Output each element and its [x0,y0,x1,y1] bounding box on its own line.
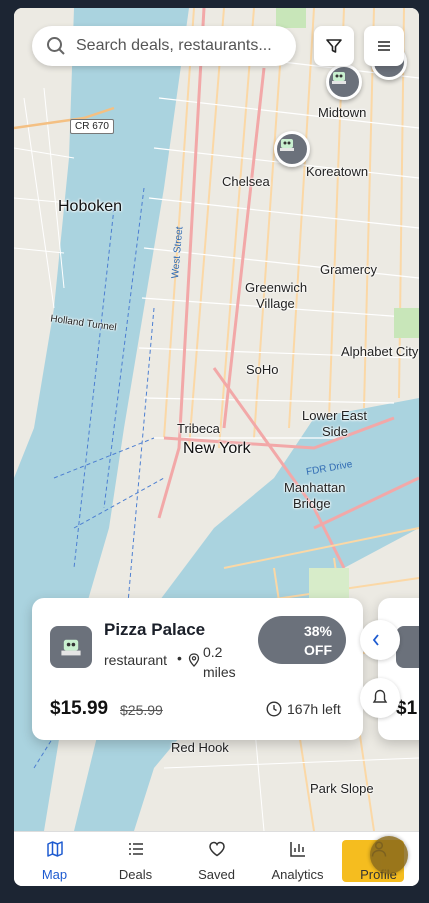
search-input[interactable] [76,37,286,55]
map-label: Bridge [293,496,331,511]
app-screen: Hoboken Chelsea Midtown Koreatown Gramer… [14,8,419,886]
tab-map[interactable]: Map [14,832,95,886]
map-label: Park Slope [310,781,374,796]
discount-percent: 38% [303,623,332,639]
map-label: Gramercy [320,262,378,277]
tab-deals[interactable]: Deals [95,832,176,886]
restaurant-map-pin[interactable] [274,131,310,167]
tab-analytics[interactable]: Analytics [257,832,338,886]
tab-saved[interactable]: Saved [176,832,257,886]
discount-off: OFF [304,642,332,658]
search-icon [47,37,65,55]
restaurant-name: Pizza Palace [104,620,206,639]
map-label: Greenwich [245,280,308,295]
robot-icon [280,139,294,151]
chevron-left-icon [372,634,379,646]
separator-dot: • [177,650,182,666]
map-label: Red Hook [171,740,229,755]
map-label: Midtown [318,105,367,120]
map-icon [46,841,63,857]
route-shield: CR 670 [70,119,114,134]
heart-icon [208,841,225,857]
map-label: Side [322,424,349,439]
bell-icon [372,689,388,703]
filter-button[interactable] [314,26,354,66]
tab-label: Saved [198,867,235,882]
restaurant-logo [50,626,92,668]
map-label: Lower East [302,408,368,423]
map-label: Koreatown [306,164,369,179]
filter-icon [326,39,342,53]
deal-price: $15.99 [50,698,109,719]
discount-badge: 38% OFF [258,616,346,664]
tab-label: Analytics [271,867,324,882]
touch-indicator [370,836,408,874]
robot-icon [61,639,81,656]
map-label: Hoboken [58,198,123,215]
restaurant-type: restaurant [104,652,168,668]
map-label: SoHo [246,362,279,377]
map-label: Chelsea [222,174,270,189]
map-label: New York [183,440,251,457]
location-pin-icon [188,653,200,667]
search-bar[interactable] [32,26,296,66]
map-label: Manhattan [284,480,346,495]
menu-button[interactable] [364,26,404,66]
map-label: Village [256,296,295,311]
bar-chart-icon [289,842,305,857]
original-price: $25.99 [120,702,163,718]
distance: 0.2 miles [203,644,236,680]
bottom-tab-bar: Map Deals Saved Analytics Profile [14,831,419,886]
tab-label: Map [41,867,68,882]
restaurant-map-pin[interactable] [326,64,362,100]
clock-icon [266,701,282,717]
menu-icon [378,41,390,51]
previous-deal-button[interactable] [360,620,400,660]
time-left: 167h left [287,701,341,717]
map-label: Alphabet City [341,344,419,359]
list-icon [128,843,143,855]
robot-icon [332,72,346,84]
deal-card[interactable]: Pizza Palace restaurant • 0.2 miles 38% … [32,598,363,740]
tab-label: Deals [118,867,153,882]
notification-button[interactable] [360,678,400,718]
map-label: Tribeca [177,421,220,436]
